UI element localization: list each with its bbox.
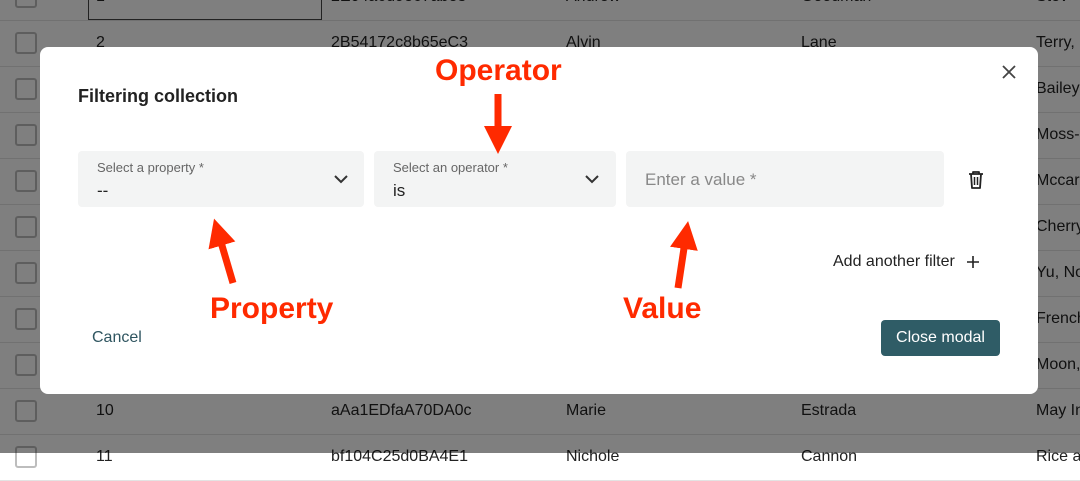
property-select[interactable]: Select a property * -- bbox=[78, 151, 364, 207]
add-filter-label: Add another filter bbox=[833, 253, 955, 270]
filter-modal: Filtering collection Select a property *… bbox=[40, 47, 1038, 394]
operator-annotation: Operator bbox=[435, 54, 562, 87]
close-icon[interactable] bbox=[998, 61, 1020, 83]
modal-title: Filtering collection bbox=[78, 86, 239, 106]
property-annotation: Property bbox=[210, 292, 334, 325]
operator-select-value: is bbox=[393, 181, 406, 200]
value-annotation: Value bbox=[623, 292, 702, 325]
property-select-label: Select a property * bbox=[97, 160, 204, 175]
operator-select[interactable]: Select an operator * is bbox=[374, 151, 616, 207]
chevron-down-icon bbox=[334, 175, 348, 184]
operator-select-label: Select an operator * bbox=[393, 160, 508, 175]
add-filter-button[interactable]: Add another filter bbox=[833, 253, 981, 271]
property-select-value: -- bbox=[97, 181, 109, 200]
value-input[interactable]: Enter a value * bbox=[626, 151, 944, 207]
cancel-button[interactable]: Cancel bbox=[92, 329, 142, 347]
trash-icon[interactable] bbox=[966, 169, 986, 191]
plus-icon bbox=[966, 256, 979, 268]
close-modal-button[interactable]: Close modal bbox=[881, 320, 1000, 356]
value-input-placeholder: Enter a value * bbox=[645, 170, 757, 189]
chevron-down-icon bbox=[585, 175, 599, 184]
